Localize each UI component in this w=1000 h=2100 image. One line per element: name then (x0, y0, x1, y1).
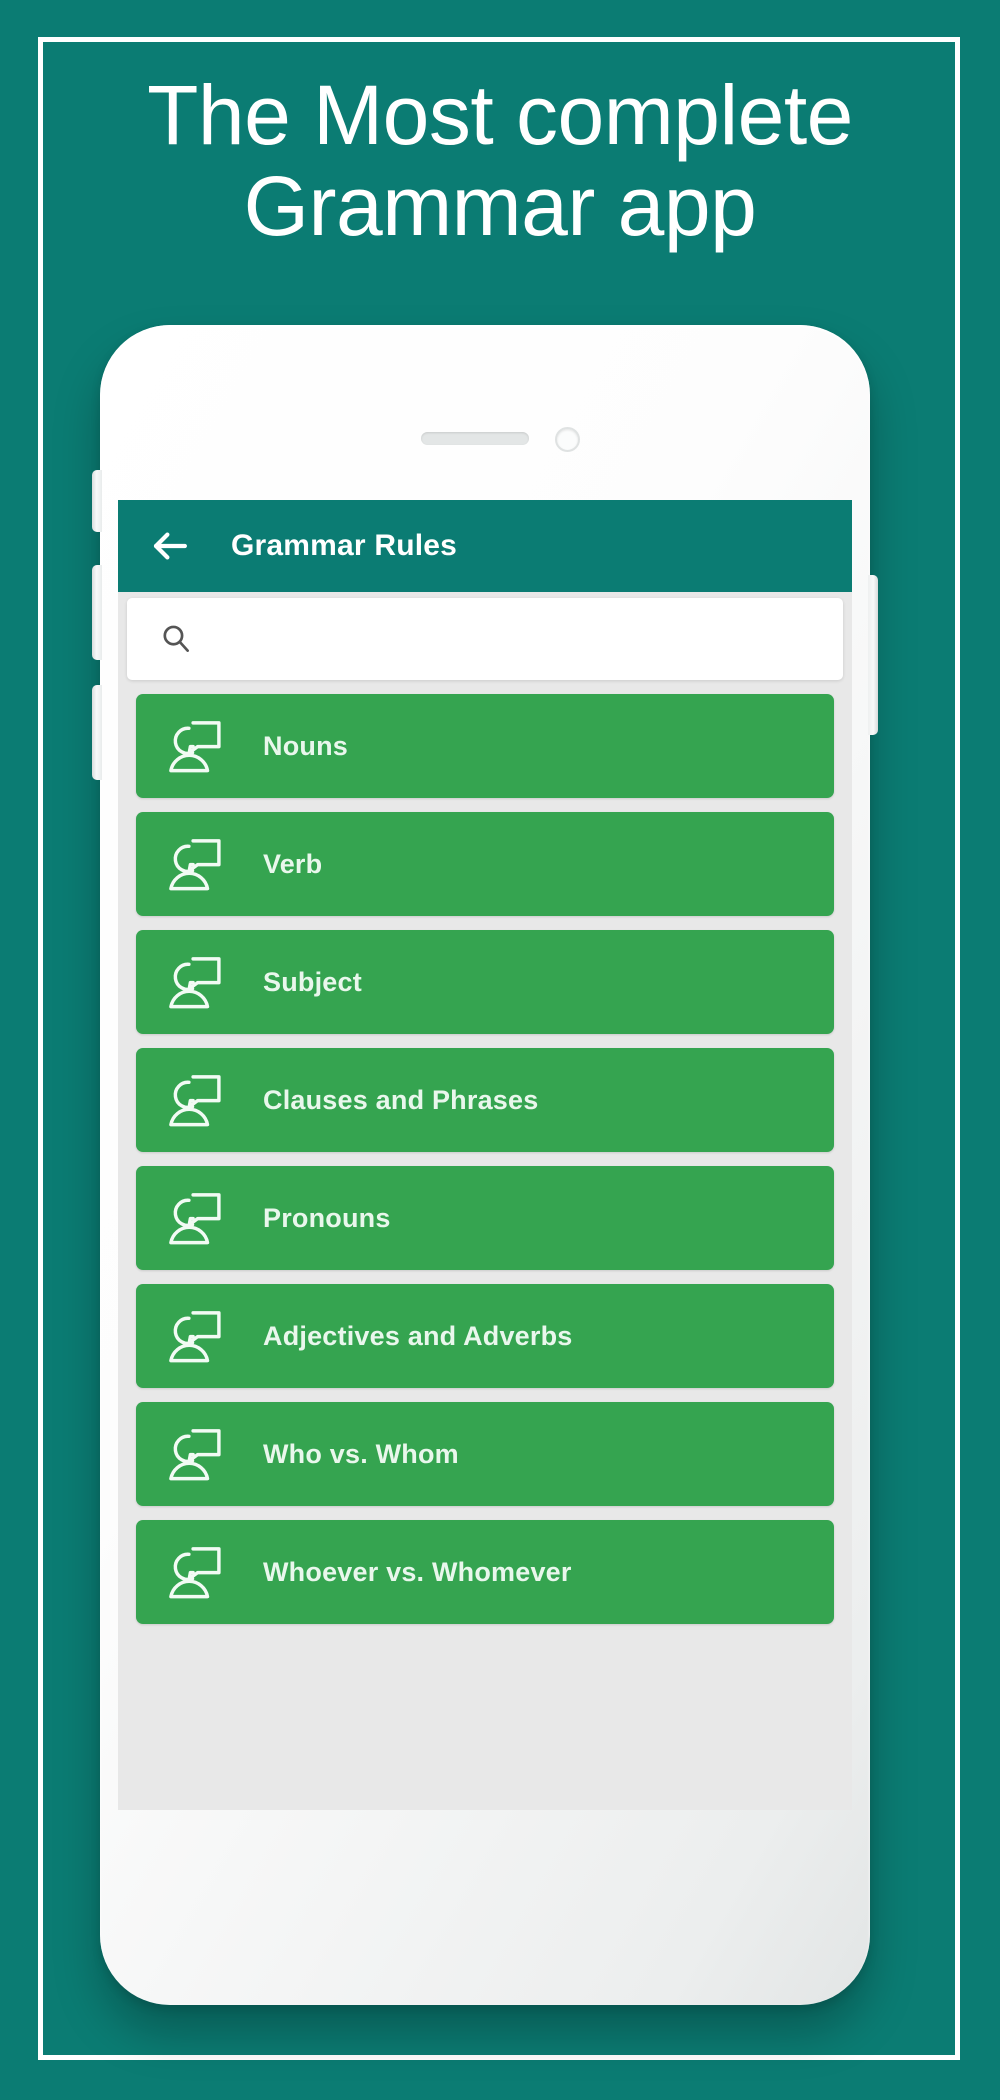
list-item-label: Pronouns (263, 1202, 391, 1233)
person-speech-bubble-icon (161, 713, 227, 779)
search-bar-container (118, 592, 852, 690)
phone-screen: Grammar Rules Nouns Verb Subject Clauses… (118, 500, 852, 1810)
front-camera-icon (555, 427, 580, 452)
list-item[interactable]: Clauses and Phrases (136, 1048, 834, 1152)
earpiece-speaker-icon (421, 432, 529, 445)
phone-mockup: Grammar Rules Nouns Verb Subject Clauses… (92, 325, 878, 2005)
app-bar: Grammar Rules (118, 500, 852, 592)
list-item-label: Whoever vs. Whomever (263, 1556, 572, 1587)
power-button[interactable] (868, 575, 878, 735)
headline-line-2: Grammar app (243, 158, 757, 253)
person-speech-bubble-icon (161, 1185, 227, 1251)
list-item[interactable]: Whoever vs. Whomever (136, 1520, 834, 1624)
person-speech-bubble-icon (161, 1303, 227, 1369)
list-item[interactable]: Pronouns (136, 1166, 834, 1270)
back-arrow-icon[interactable] (148, 524, 192, 568)
mute-switch[interactable] (92, 470, 102, 532)
search-icon (159, 622, 193, 656)
list-item[interactable]: Who vs. Whom (136, 1402, 834, 1506)
person-speech-bubble-icon (161, 831, 227, 897)
list-item-label: Subject (263, 966, 362, 997)
list-item-label: Adjectives and Adverbs (263, 1320, 573, 1351)
list-item-label: Nouns (263, 730, 348, 761)
promo-headline: The Most complete Grammar app (60, 70, 940, 251)
list-item[interactable]: Nouns (136, 694, 834, 798)
search-input[interactable] (211, 597, 843, 681)
list-item[interactable]: Adjectives and Adverbs (136, 1284, 834, 1388)
grammar-rules-list: Nouns Verb Subject Clauses and Phrases P… (118, 690, 852, 1624)
person-speech-bubble-icon (161, 1539, 227, 1605)
list-item-label: Clauses and Phrases (263, 1084, 539, 1115)
list-item[interactable]: Subject (136, 930, 834, 1034)
person-speech-bubble-icon (161, 949, 227, 1015)
headline-line-1: The Most complete (147, 68, 853, 162)
list-item[interactable]: Verb (136, 812, 834, 916)
page-title: Grammar Rules (231, 529, 458, 562)
search-box[interactable] (127, 597, 843, 681)
promo-screenshot: The Most complete Grammar app Grammar Ru… (0, 0, 1000, 2100)
list-item-label: Verb (263, 848, 323, 879)
person-speech-bubble-icon (161, 1067, 227, 1133)
list-item-label: Who vs. Whom (263, 1438, 459, 1469)
person-speech-bubble-icon (161, 1421, 227, 1487)
volume-down-button[interactable] (92, 685, 102, 780)
volume-up-button[interactable] (92, 565, 102, 660)
